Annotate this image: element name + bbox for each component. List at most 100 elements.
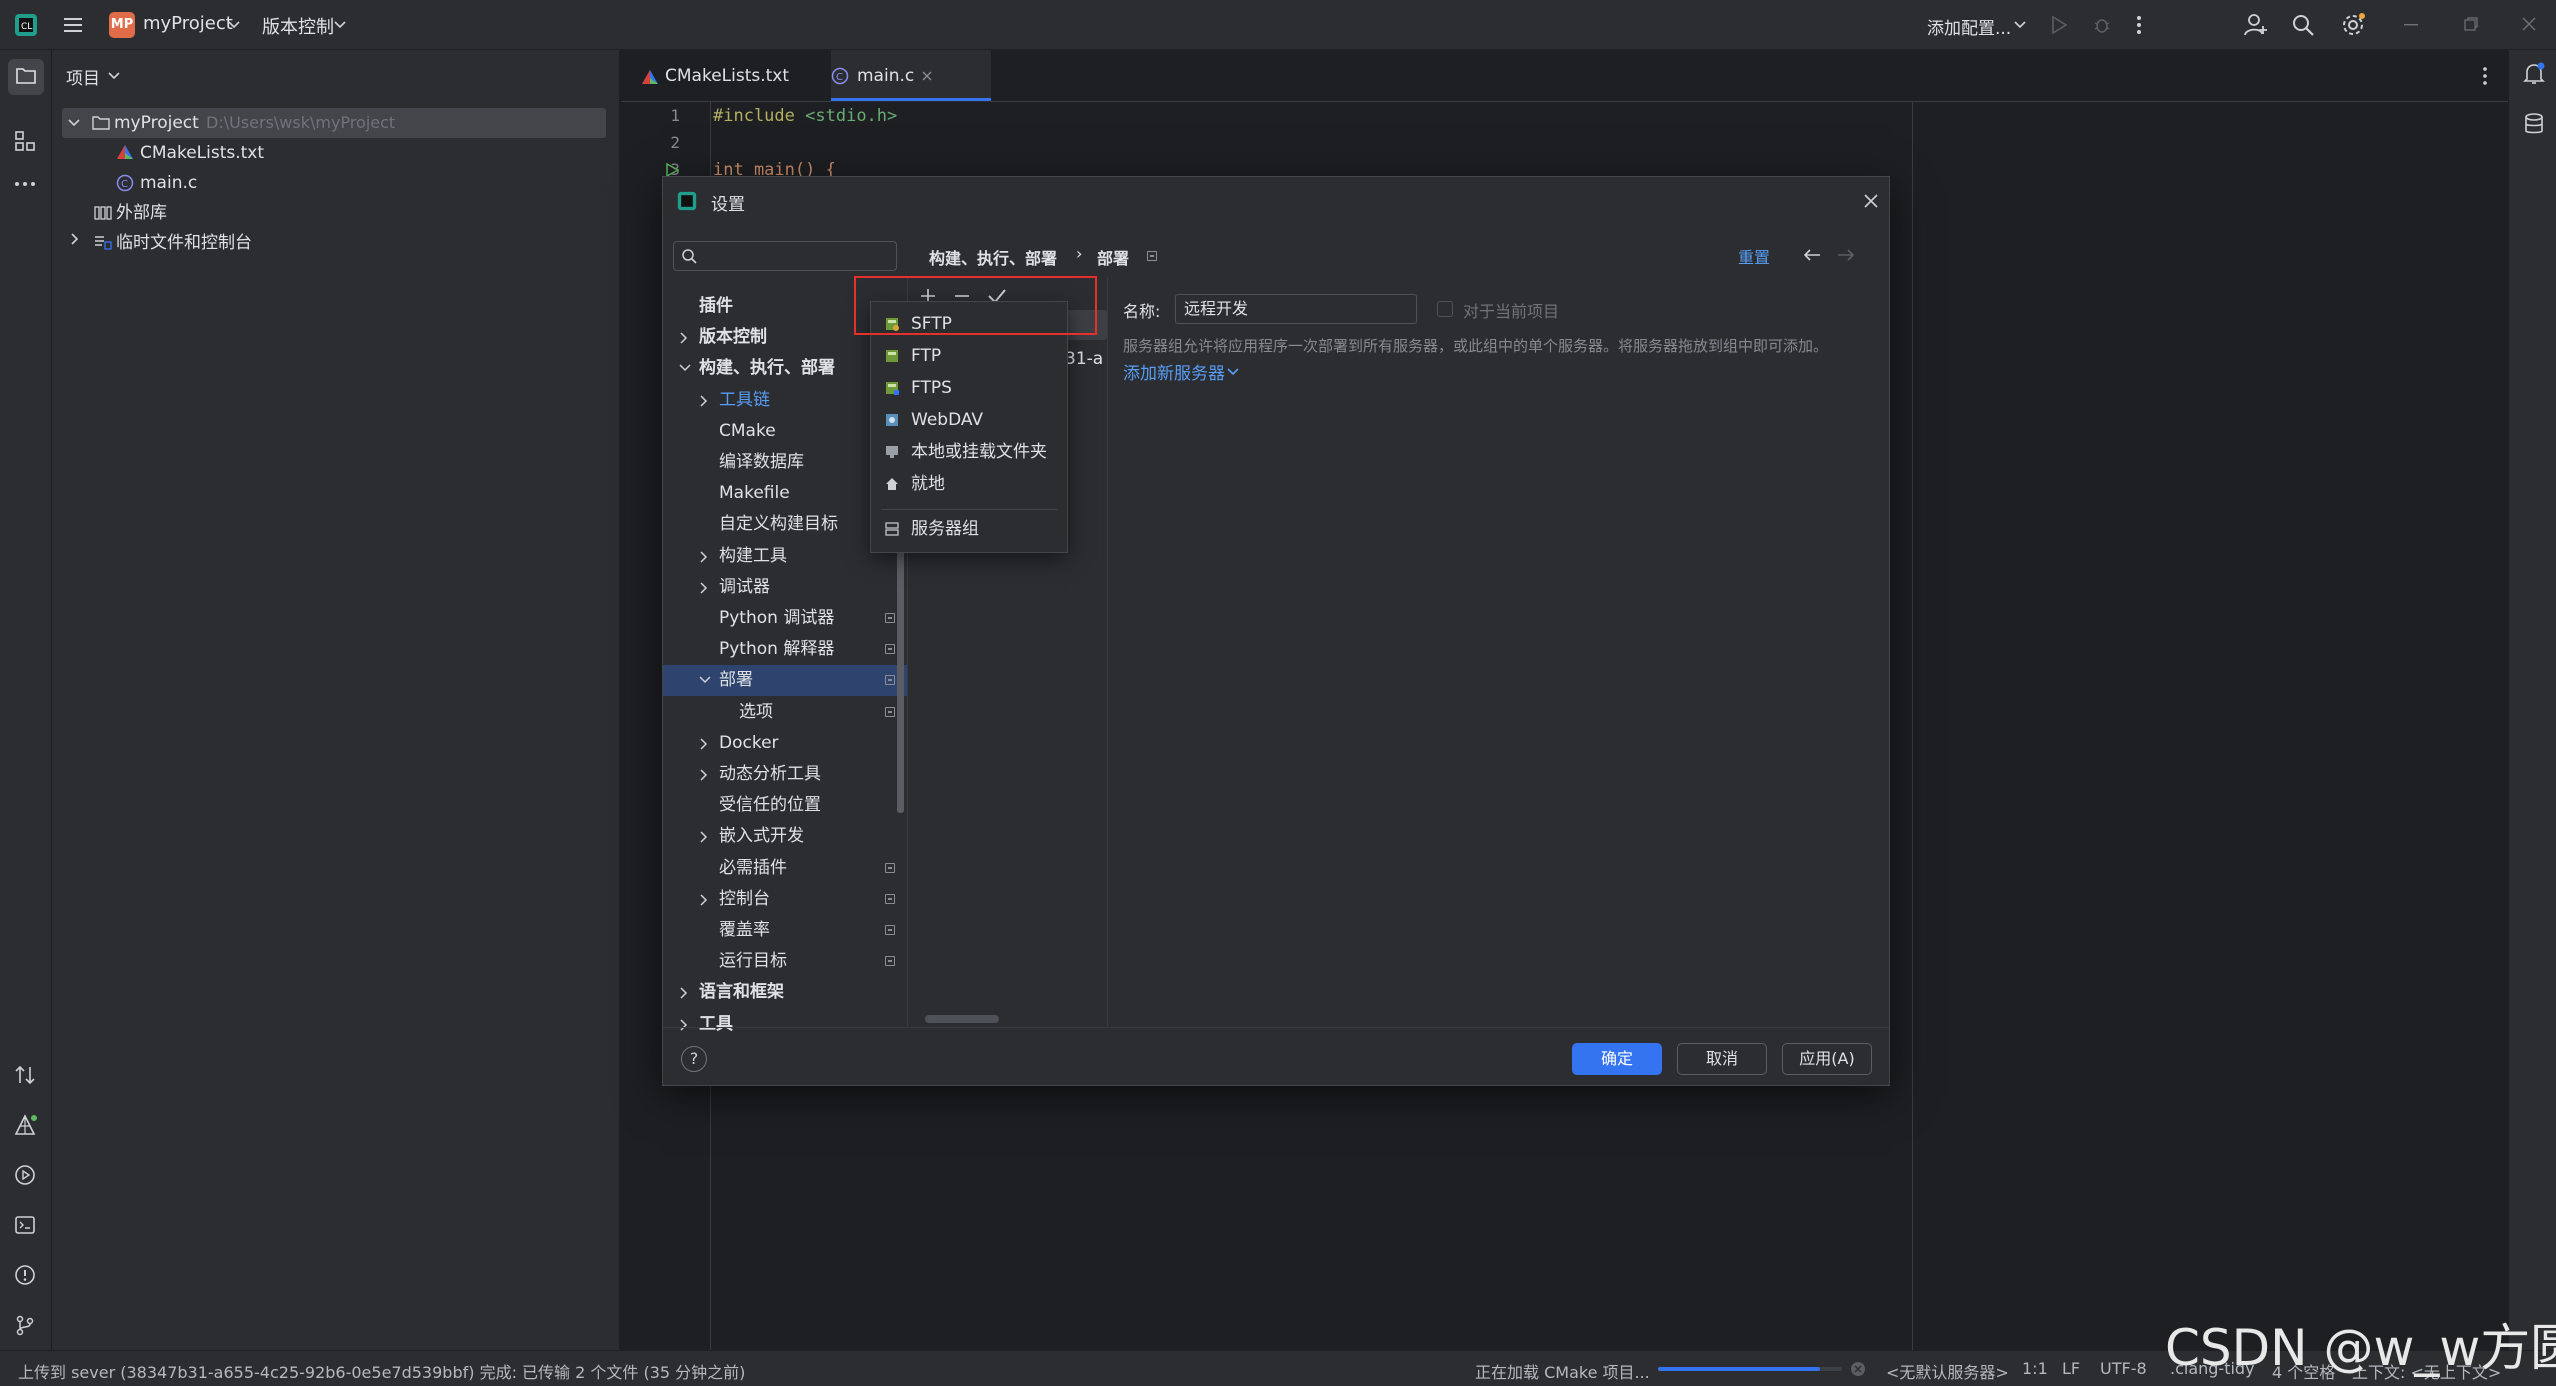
reset-link[interactable]: 重置 — [1738, 244, 1770, 268]
close-icon[interactable] — [1863, 193, 1879, 209]
nav-scrollbar[interactable] — [897, 517, 904, 813]
popup-item-in-place[interactable]: 就地 — [871, 468, 1067, 500]
status-server[interactable]: <无默认服务器> — [1886, 1359, 2009, 1383]
database-icon[interactable] — [2523, 112, 2545, 136]
settings-nav-item[interactable]: 工具链 — [719, 385, 770, 416]
chevron-down-icon[interactable] — [68, 118, 80, 128]
tree-file[interactable]: main.c — [140, 168, 197, 198]
settings-nav-item[interactable]: Python 调试器 — [719, 603, 834, 634]
vcs-menu[interactable]: 版本控制 — [262, 13, 334, 39]
problems-icon[interactable] — [14, 1264, 36, 1286]
apply-button[interactable]: 应用(A) — [1782, 1043, 1872, 1075]
horizontal-scrollbar[interactable] — [925, 1015, 999, 1023]
chevron-right-icon[interactable] — [679, 987, 689, 999]
popup-item-local-folder[interactable]: 本地或挂载文件夹 — [871, 436, 1067, 468]
chevron-right-icon[interactable] — [679, 1019, 689, 1031]
settings-nav-item[interactable]: Makefile — [719, 478, 790, 509]
name-input[interactable]: 远程开发 — [1175, 294, 1417, 324]
restore-icon[interactable] — [2464, 17, 2478, 31]
add-server-link[interactable]: 添加新服务器 — [1123, 359, 1225, 384]
notifications-icon[interactable] — [2522, 62, 2546, 86]
settings-nav-item[interactable]: 插件 — [699, 291, 733, 322]
tree-scratches[interactable]: 临时文件和控制台 — [116, 228, 252, 258]
chevron-right-icon[interactable] — [699, 582, 709, 594]
popup-item-server-group[interactable]: 服务器组 — [871, 513, 1067, 545]
chevron-right-icon[interactable] — [699, 831, 709, 843]
settings-nav-item[interactable]: 必需插件 — [719, 853, 787, 884]
settings-gear-icon[interactable] — [2340, 12, 2366, 38]
minimize-icon[interactable] — [2404, 24, 2418, 26]
settings-nav-item[interactable]: 嵌入式开发 — [719, 821, 804, 852]
project-tool-button[interactable] — [8, 59, 44, 95]
chevron-right-icon[interactable] — [699, 738, 709, 750]
settings-nav-item[interactable]: Python 解释器 — [719, 634, 834, 665]
add-user-icon[interactable] — [2243, 12, 2269, 38]
settings-nav-item[interactable]: 编译数据库 — [719, 447, 804, 478]
settings-nav-item[interactable]: 工具 — [699, 1009, 733, 1040]
settings-nav-item[interactable]: 版本控制 — [699, 322, 767, 353]
popup-item-ftp[interactable]: FTP — [871, 340, 1067, 372]
cancel-button[interactable]: 取消 — [1677, 1043, 1767, 1075]
settings-nav-item[interactable]: Docker — [719, 728, 779, 759]
forward-arrow-icon[interactable] — [1837, 248, 1855, 262]
app-logo-icon[interactable]: CL — [14, 13, 38, 37]
chevron-down-icon[interactable] — [334, 20, 346, 30]
tab-cmakelists[interactable]: CMakeLists.txt — [665, 50, 789, 102]
settings-nav-item[interactable]: 运行目标 — [719, 946, 787, 977]
status-line-separator[interactable]: LF — [2062, 1359, 2080, 1378]
close-window-icon[interactable] — [2522, 17, 2536, 31]
settings-nav-item[interactable]: 控制台 — [719, 884, 770, 915]
tab-main-c[interactable]: main.c — [857, 50, 914, 102]
cancel-loading-icon[interactable] — [1850, 1361, 1866, 1377]
cmake-icon[interactable] — [14, 1114, 38, 1136]
vcs-commit-icon[interactable] — [14, 1064, 36, 1086]
breadcrumb-parent[interactable]: 构建、执行、部署 — [929, 245, 1057, 269]
services-icon[interactable] — [14, 1164, 36, 1186]
settings-nav-item[interactable]: 受信任的位置 — [719, 790, 821, 821]
add-configuration-button[interactable]: 添加配置... — [1927, 14, 2011, 39]
ok-button[interactable]: 确定 — [1572, 1043, 1662, 1075]
close-tab-icon[interactable] — [921, 70, 933, 82]
settings-nav-item[interactable]: 覆盖率 — [719, 915, 770, 946]
back-arrow-icon[interactable] — [1803, 248, 1821, 262]
main-menu-icon[interactable] — [62, 14, 84, 36]
chevron-right-icon[interactable] — [699, 894, 709, 906]
chevron-down-icon[interactable] — [679, 363, 691, 373]
code-line-1[interactable]: #include <stdio.h> — [713, 106, 897, 126]
popup-item-ftps[interactable]: FTPS — [871, 372, 1067, 404]
chevron-down-icon[interactable] — [228, 20, 240, 30]
chevron-right-icon[interactable] — [699, 769, 709, 781]
settings-nav-item[interactable]: 选项 — [739, 697, 773, 728]
project-badge[interactable]: MP — [109, 12, 135, 38]
current-project-checkbox[interactable] — [1437, 301, 1453, 317]
status-message[interactable]: 上传到 sever (38347b31-a655-4c25-92b6-0e5e7… — [18, 1359, 745, 1383]
popup-item-webdav[interactable]: WebDAV — [871, 404, 1067, 436]
status-encoding[interactable]: UTF-8 — [2100, 1359, 2147, 1378]
settings-nav-item[interactable]: 调试器 — [719, 572, 770, 603]
chevron-down-icon[interactable] — [699, 675, 711, 685]
settings-nav-item[interactable]: CMake — [719, 416, 776, 447]
chevron-right-icon[interactable] — [699, 551, 709, 563]
settings-nav-item[interactable]: 构建工具 — [719, 541, 787, 572]
settings-nav-item[interactable]: 语言和框架 — [699, 977, 784, 1008]
settings-nav-item[interactable]: 构建、执行、部署 — [699, 353, 835, 384]
settings-nav-item[interactable]: 部署 — [719, 665, 753, 696]
tree-external-libs[interactable]: 外部库 — [116, 198, 167, 228]
project-panel-title[interactable]: 项目 — [66, 64, 100, 89]
settings-nav-item[interactable]: 动态分析工具 — [719, 759, 821, 790]
settings-nav-item[interactable]: 自定义构建目标 — [719, 509, 838, 540]
project-name[interactable]: myProject — [143, 13, 233, 34]
tab-actions-icon[interactable] — [2481, 66, 2489, 86]
chevron-down-icon[interactable] — [2014, 20, 2026, 30]
chevron-right-icon[interactable] — [70, 233, 80, 245]
debug-icon[interactable] — [2092, 15, 2112, 35]
status-position[interactable]: 1:1 — [2022, 1359, 2048, 1378]
more-tools-icon[interactable] — [14, 180, 36, 188]
chevron-right-icon[interactable] — [699, 395, 709, 407]
server-list-fragment[interactable]: 31-a — [1065, 349, 1103, 369]
search-icon[interactable] — [2291, 13, 2315, 37]
chevron-down-icon[interactable] — [1227, 367, 1239, 377]
chevron-right-icon[interactable] — [679, 332, 689, 344]
git-branch-icon[interactable] — [14, 1314, 36, 1336]
help-button[interactable]: ? — [681, 1046, 707, 1072]
